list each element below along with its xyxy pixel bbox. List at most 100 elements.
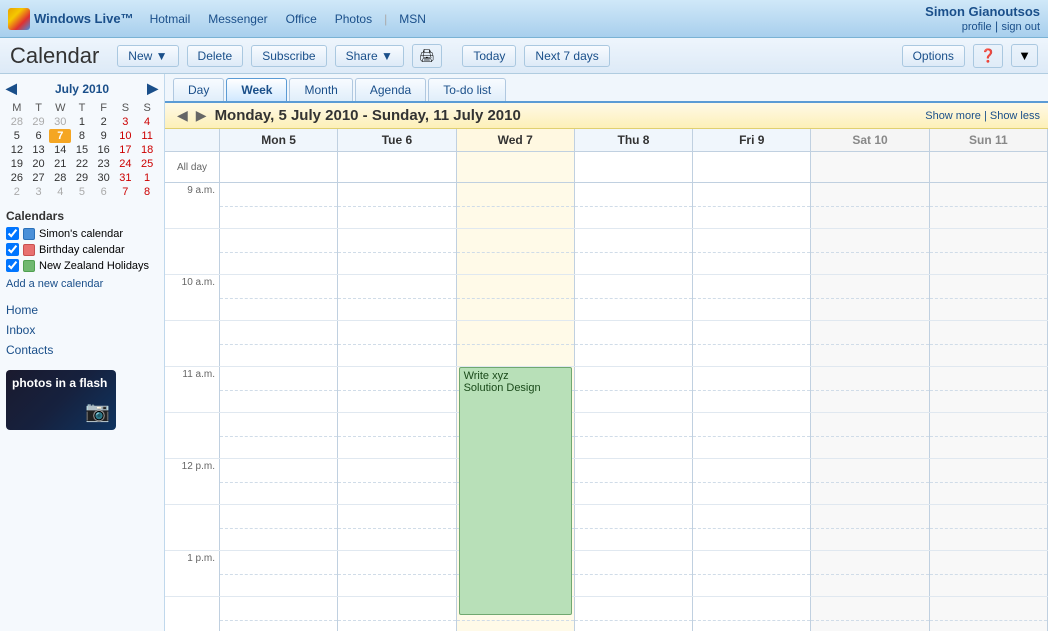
calendar-event[interactable]: Write xyzSolution Design	[459, 367, 572, 615]
week-prev-button[interactable]: ◀	[173, 107, 192, 124]
day-cell-r2-c1[interactable]	[338, 275, 456, 320]
mini-cal-day[interactable]: 27	[28, 171, 50, 185]
mini-cal-day[interactable]: 1	[71, 115, 93, 129]
mini-cal-day[interactable]: 28	[49, 171, 71, 185]
mini-cal-day[interactable]: 30	[93, 171, 115, 185]
mini-cal-day[interactable]: 25	[136, 157, 158, 171]
mini-cal-day[interactable]: 13	[28, 143, 50, 157]
mini-cal-day[interactable]: 8	[136, 185, 158, 199]
day-cell-r2-c0[interactable]	[220, 275, 338, 320]
day-cell-r7-c3[interactable]	[575, 505, 693, 550]
nav-hotmail[interactable]: Hotmail	[142, 12, 199, 26]
mini-cal-next[interactable]: ▶	[147, 80, 158, 97]
day-cell-r6-c5[interactable]	[811, 459, 929, 504]
nav-inbox[interactable]: Inbox	[6, 320, 158, 340]
mini-cal-day[interactable]: 26	[6, 171, 28, 185]
mini-cal-day[interactable]: 14	[49, 143, 71, 157]
calendar-checkbox[interactable]	[6, 243, 19, 256]
mini-cal-day[interactable]: 6	[93, 185, 115, 199]
day-cell-r0-c0[interactable]	[220, 183, 338, 228]
allday-cell-0[interactable]	[220, 152, 338, 182]
day-cell-r2-c3[interactable]	[575, 275, 693, 320]
day-cell-r1-c2[interactable]	[457, 229, 575, 274]
calendar-checkbox[interactable]	[6, 227, 19, 240]
allday-cell-6[interactable]	[930, 152, 1048, 182]
nav-home[interactable]: Home	[6, 300, 158, 320]
mini-cal-day[interactable]: 4	[49, 185, 71, 199]
mini-cal-day[interactable]: 17	[115, 143, 137, 157]
day-cell-r2-c6[interactable]	[930, 275, 1048, 320]
day-cell-r9-c1[interactable]	[338, 597, 456, 631]
add-calendar-link[interactable]: Add a new calendar	[6, 278, 158, 290]
mini-cal-day[interactable]: 3	[115, 115, 137, 129]
day-cell-r2-c5[interactable]	[811, 275, 929, 320]
print-button[interactable]: 🖨	[412, 44, 443, 68]
day-cell-r4-c3[interactable]	[575, 367, 693, 412]
mini-cal-day[interactable]: 24	[115, 157, 137, 171]
day-cell-r8-c4[interactable]	[693, 551, 811, 596]
tab-week[interactable]: Week	[226, 78, 287, 101]
day-cell-r3-c4[interactable]	[693, 321, 811, 366]
tab-todo[interactable]: To-do list	[428, 78, 506, 101]
mini-cal-day[interactable]: 11	[136, 129, 158, 143]
next7days-button[interactable]: Next 7 days	[524, 45, 609, 67]
day-cell-r0-c1[interactable]	[338, 183, 456, 228]
day-cell-r7-c4[interactable]	[693, 505, 811, 550]
mini-cal-day[interactable]: 4	[136, 115, 158, 129]
allday-cell-1[interactable]	[338, 152, 456, 182]
nav-office[interactable]: Office	[278, 12, 325, 26]
nav-msn[interactable]: MSN	[391, 12, 434, 26]
day-cell-r1-c0[interactable]	[220, 229, 338, 274]
day-cell-r9-c3[interactable]	[575, 597, 693, 631]
day-cell-r9-c6[interactable]	[930, 597, 1048, 631]
allday-cell-2[interactable]	[457, 152, 575, 182]
mini-cal-day[interactable]: 23	[93, 157, 115, 171]
profile-link[interactable]: profile	[962, 21, 992, 33]
mini-cal-day[interactable]: 22	[71, 157, 93, 171]
day-cell-r5-c5[interactable]	[811, 413, 929, 458]
mini-cal-day[interactable]: 16	[93, 143, 115, 157]
mini-cal-day[interactable]: 3	[28, 185, 50, 199]
mini-cal-day[interactable]: 19	[6, 157, 28, 171]
more-options-button[interactable]: ▼	[1011, 44, 1038, 67]
day-cell-r9-c4[interactable]	[693, 597, 811, 631]
day-cell-r8-c1[interactable]	[338, 551, 456, 596]
mini-cal-day[interactable]: 2	[6, 185, 28, 199]
mini-cal-day[interactable]: 7	[115, 185, 137, 199]
mini-cal-day[interactable]: 1	[136, 171, 158, 185]
day-cell-r0-c5[interactable]	[811, 183, 929, 228]
mini-cal-day[interactable]: 10	[115, 129, 137, 143]
day-cell-r1-c1[interactable]	[338, 229, 456, 274]
day-cell-r2-c4[interactable]	[693, 275, 811, 320]
mini-cal-day[interactable]: 5	[71, 185, 93, 199]
day-cell-r5-c4[interactable]	[693, 413, 811, 458]
day-cell-r7-c1[interactable]	[338, 505, 456, 550]
signout-link[interactable]: sign out	[1001, 21, 1040, 33]
mini-cal-day[interactable]: 6	[28, 129, 50, 143]
day-cell-r7-c5[interactable]	[811, 505, 929, 550]
day-cell-r6-c3[interactable]	[575, 459, 693, 504]
mini-cal-day[interactable]: 12	[6, 143, 28, 157]
day-cell-r0-c6[interactable]	[930, 183, 1048, 228]
day-cell-r3-c6[interactable]	[930, 321, 1048, 366]
day-cell-r3-c5[interactable]	[811, 321, 929, 366]
options-button[interactable]: Options	[902, 45, 965, 67]
week-next-button[interactable]: ▶	[192, 107, 211, 124]
mini-cal-day[interactable]: 8	[71, 129, 93, 143]
mini-cal-day[interactable]: 31	[115, 171, 137, 185]
day-cell-r4-c0[interactable]	[220, 367, 338, 412]
day-cell-r8-c3[interactable]	[575, 551, 693, 596]
show-more-link[interactable]: Show more	[925, 110, 981, 122]
mini-cal-day[interactable]: 28	[6, 115, 28, 129]
day-cell-r3-c1[interactable]	[338, 321, 456, 366]
mini-cal-day[interactable]: 5	[6, 129, 28, 143]
mini-cal-day[interactable]: 29	[71, 171, 93, 185]
allday-cell-5[interactable]	[811, 152, 929, 182]
mini-cal-day[interactable]: 9	[93, 129, 115, 143]
tab-month[interactable]: Month	[289, 78, 352, 101]
mini-cal-day[interactable]: 18	[136, 143, 158, 157]
allday-cell-4[interactable]	[693, 152, 811, 182]
day-cell-r2-c2[interactable]	[457, 275, 575, 320]
day-cell-r4-c5[interactable]	[811, 367, 929, 412]
mini-cal-day[interactable]: 29	[28, 115, 50, 129]
